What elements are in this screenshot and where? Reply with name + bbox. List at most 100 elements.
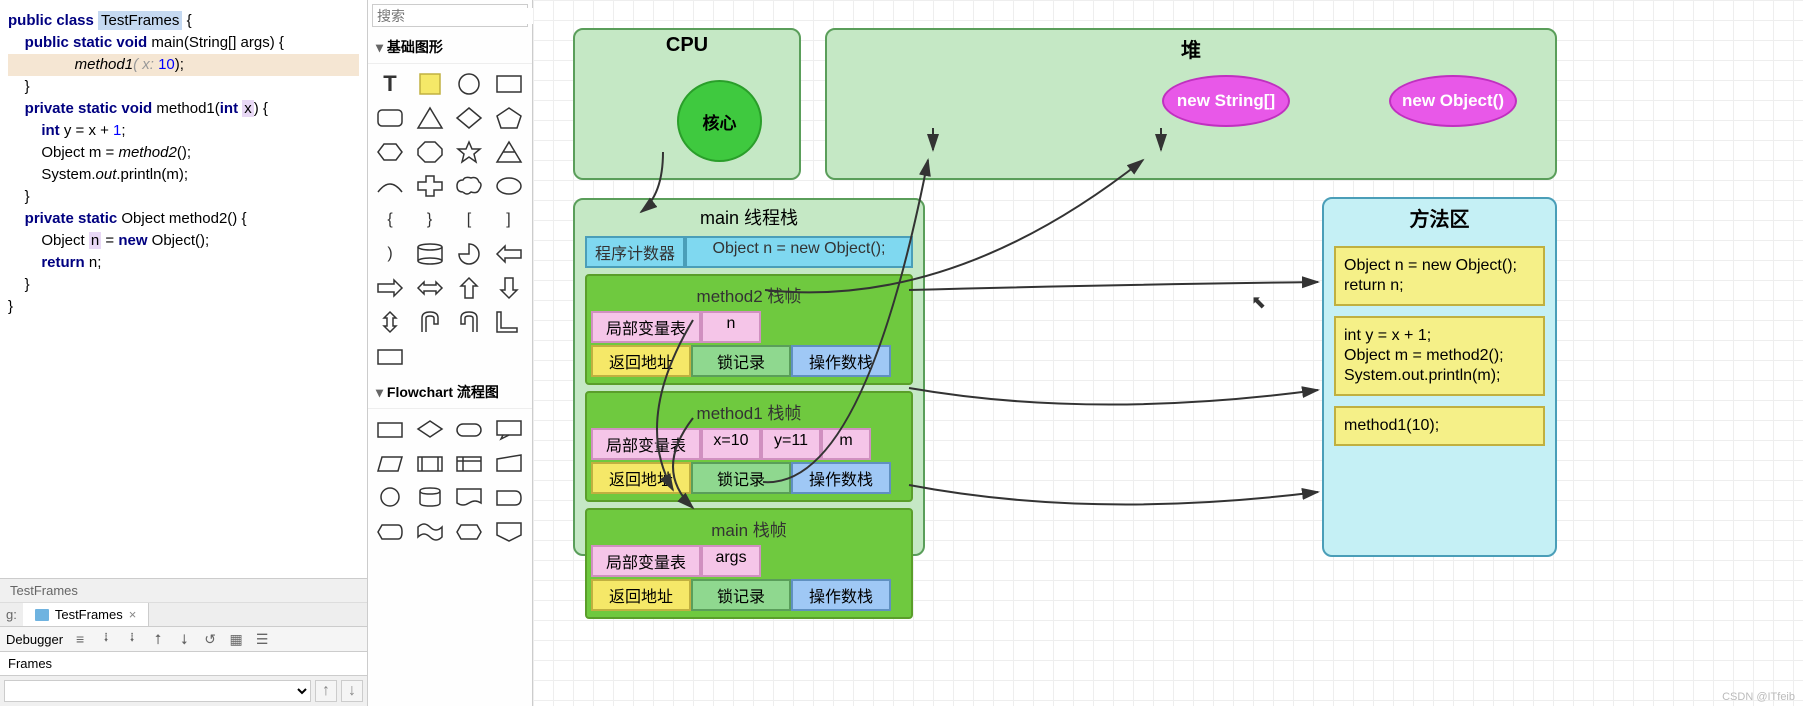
debugger-label: Debugger	[6, 632, 63, 647]
close-icon[interactable]: ×	[129, 607, 137, 622]
fc-process[interactable]	[374, 415, 406, 443]
arc-shape[interactable]	[374, 172, 406, 200]
fc-doc[interactable]	[453, 483, 485, 511]
run-to-cursor-icon[interactable]: ⭣	[175, 630, 193, 648]
counter-code: Object n = new Object();	[685, 236, 913, 268]
text-shape[interactable]: T	[374, 70, 406, 98]
editor-footer: TestFrames g: TestFrames × Debugger ≡ ⭭ …	[0, 578, 367, 706]
cursor-icon: ⬉	[1251, 292, 1266, 313]
roundrect-shape[interactable]	[374, 104, 406, 132]
fc-manual[interactable]	[493, 449, 525, 477]
uturn-l-shape[interactable]	[414, 308, 446, 336]
step-into-force-icon[interactable]: ⭭	[123, 630, 141, 648]
bracket-r-shape[interactable]: ]	[493, 206, 525, 234]
fc-callout[interactable]	[493, 415, 525, 443]
arrow-r-shape[interactable]	[374, 274, 406, 302]
basic-shapes-grid: T { } [ ] )	[368, 64, 532, 376]
main-frame[interactable]: main 栈帧 局部变量表 args 返回地址 锁记录 操作数栈	[585, 508, 913, 619]
frame-next-button[interactable]: ↓	[341, 680, 363, 702]
tabs-bar: g: TestFrames ×	[0, 603, 367, 627]
octagon-shape[interactable]	[414, 138, 446, 166]
fc-database[interactable]	[414, 483, 446, 511]
fc-decision[interactable]	[414, 415, 446, 443]
tab-testframes[interactable]: TestFrames ×	[23, 603, 150, 626]
class-name: TestFrames	[98, 11, 182, 30]
note-shape[interactable]	[414, 70, 446, 98]
heap-box[interactable]: 堆 new String[] new Object()	[825, 28, 1557, 180]
frames-select[interactable]	[4, 680, 311, 702]
pentagon-shape[interactable]	[493, 104, 525, 132]
card-shape[interactable]	[374, 342, 406, 370]
thread-stack-box[interactable]: main 线程栈 程序计数器 Object n = new Object(); …	[573, 198, 925, 556]
cylinder-shape[interactable]	[414, 240, 446, 268]
circle-shape[interactable]	[453, 70, 485, 98]
corner-shape[interactable]	[493, 308, 525, 336]
fc-terminator[interactable]	[453, 415, 485, 443]
flowchart-grid	[368, 409, 532, 551]
pie-shape[interactable]	[453, 240, 485, 268]
brace-r-shape[interactable]: }	[414, 206, 446, 234]
stack-title: main 线程栈	[575, 200, 923, 234]
method-area-title: 方法区	[1324, 199, 1555, 236]
section-basic-shapes[interactable]: 基础图形	[368, 31, 532, 64]
frame-prev-button[interactable]: ↑	[315, 680, 337, 702]
watermark: CSDN @ITfeib	[1722, 691, 1795, 703]
shapes-search[interactable]: 🔍	[372, 4, 528, 27]
fc-intern[interactable]	[453, 449, 485, 477]
arrow-l-shape[interactable]	[493, 240, 525, 268]
rect-shape[interactable]	[493, 70, 525, 98]
heap-title: 堆	[827, 30, 1555, 67]
fc-delay[interactable]	[493, 483, 525, 511]
fc-predef[interactable]	[414, 449, 446, 477]
paren-shape[interactable]: )	[374, 240, 406, 268]
cloud-shape[interactable]	[453, 172, 485, 200]
diamond-shape[interactable]	[453, 104, 485, 132]
arrow-d-shape[interactable]	[493, 274, 525, 302]
debugger-toolbar: Debugger ≡ ⭭ ⭭ ⭡ ⭣ ↺ ▦ ☰	[0, 627, 367, 652]
star-shape[interactable]	[453, 138, 485, 166]
fc-tape[interactable]	[414, 517, 446, 545]
file-icon	[35, 609, 49, 621]
search-input[interactable]	[377, 8, 558, 24]
fc-offpage[interactable]	[493, 517, 525, 545]
step-into-icon[interactable]: ⭭	[97, 630, 115, 648]
trapezoid-shape[interactable]	[493, 138, 525, 166]
new-object-obj[interactable]: new Object()	[1389, 75, 1517, 127]
method1-frame[interactable]: method1 栈帧 局部变量表 x=10 y=11 m 返回地址 锁记录 操作…	[585, 391, 913, 502]
section-flowchart[interactable]: Flowchart 流程图	[368, 376, 532, 409]
fc-display[interactable]	[374, 517, 406, 545]
frames-dropdown-row: ↑ ↓	[0, 676, 367, 706]
fc-connector[interactable]	[374, 483, 406, 511]
cpu-core[interactable]: 核心	[677, 80, 762, 162]
method-area-box[interactable]: 方法区 Object n = new Object(); return n; i…	[1322, 197, 1557, 557]
arrow-lr-shape[interactable]	[414, 274, 446, 302]
new-string-obj[interactable]: new String[]	[1162, 75, 1290, 127]
plus-shape[interactable]	[414, 172, 446, 200]
fc-loop[interactable]	[453, 517, 485, 545]
uturn-r-shape[interactable]	[453, 308, 485, 336]
tab-label: TestFrames	[55, 607, 123, 622]
diagram-canvas[interactable]: CPU 核心 堆 new String[] new Object() main …	[533, 0, 1803, 706]
ellipse-shape[interactable]	[493, 172, 525, 200]
method1-code[interactable]: int y = x + 1; Object m = method2(); Sys…	[1334, 316, 1545, 396]
breadcrumb[interactable]: TestFrames	[0, 579, 367, 603]
shapes-panel: 🔍 基础图形 T { } [ ] ) Flowchar	[368, 0, 533, 706]
drop-frame-icon[interactable]: ↺	[201, 630, 219, 648]
program-counter-row: 程序计数器 Object n = new Object();	[585, 236, 913, 268]
more-icon[interactable]: ☰	[253, 630, 271, 648]
main-code[interactable]: method1(10);	[1334, 406, 1545, 446]
evaluate-icon[interactable]: ▦	[227, 630, 245, 648]
step-over-icon[interactable]: ≡	[71, 630, 89, 648]
hexagon-shape[interactable]	[374, 138, 406, 166]
bracket-l-shape[interactable]: [	[453, 206, 485, 234]
arrow-u-shape[interactable]	[453, 274, 485, 302]
method2-code[interactable]: Object n = new Object(); return n;	[1334, 246, 1545, 306]
method2-frame[interactable]: method2 栈帧 局部变量表 n 返回地址 锁记录 操作数栈	[585, 274, 913, 385]
arrow-ud-shape[interactable]	[374, 308, 406, 336]
cpu-box[interactable]: CPU 核心	[573, 28, 801, 180]
code-area[interactable]: public class TestFrames { public static …	[0, 0, 367, 578]
brace-l-shape[interactable]: {	[374, 206, 406, 234]
fc-data[interactable]	[374, 449, 406, 477]
step-out-icon[interactable]: ⭡	[149, 630, 167, 648]
triangle-shape[interactable]	[414, 104, 446, 132]
